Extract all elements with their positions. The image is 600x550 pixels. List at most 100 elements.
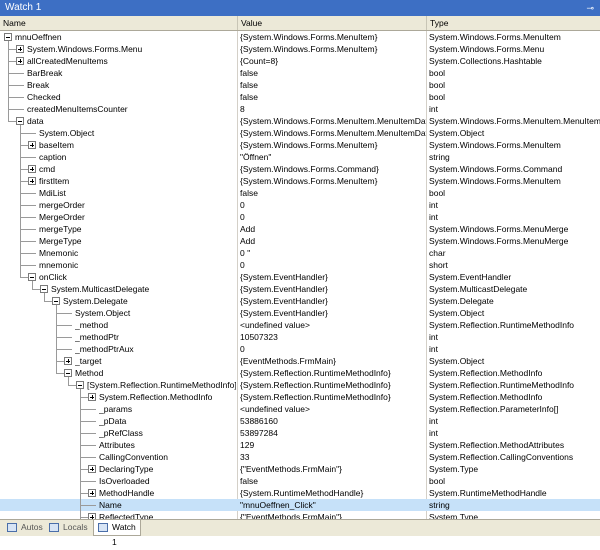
watch-row[interactable]: Break false bool	[0, 79, 600, 91]
watch-row[interactable]: MergeOrder 0 int	[0, 211, 600, 223]
watch-value[interactable]: 0	[240, 211, 426, 223]
watch-value[interactable]: {System.Windows.Forms.MenuItem}	[240, 175, 426, 187]
watch-name[interactable]: _pRefClass	[99, 427, 236, 439]
watch-row[interactable]: _pData 53886160 int	[0, 415, 600, 427]
tab-watch-1[interactable]: Watch 1	[93, 520, 141, 547]
selected-watch-row[interactable]: Name "mnuOeffnen_Click" string	[0, 499, 600, 511]
watch-name[interactable]: IsOverloaded	[99, 475, 236, 487]
watch-name[interactable]: [System.Reflection.RuntimeMethodInfo]	[87, 379, 236, 391]
watch-row[interactable]: System.Delegate {System.EventHandler} Syst…	[0, 295, 600, 307]
watch-value[interactable]: {System.Reflection.RuntimeMethodInfo}	[240, 391, 426, 403]
watch-row[interactable]: System.Windows.Forms.Menu {System.Windows…	[0, 43, 600, 55]
collapse-icon[interactable]	[28, 273, 36, 281]
watch-value[interactable]: {System.Reflection.RuntimeMethodInfo}	[240, 379, 426, 391]
watch-row[interactable]: System.MulticastDelegate {System.EventHan…	[0, 283, 600, 295]
watch-window-titlebar[interactable]: Watch 1 ⊸	[0, 0, 600, 16]
watch-value[interactable]: "mnuOeffnen_Click"	[240, 499, 426, 511]
watch-row[interactable]: MethodHandle {System.RuntimeMethodHandle}…	[0, 487, 600, 499]
column-header-type[interactable]: Type	[427, 16, 600, 30]
watch-name[interactable]: data	[27, 115, 236, 127]
expand-icon[interactable]	[28, 141, 36, 149]
watch-name[interactable]: createdMenuItemsCounter	[27, 103, 236, 115]
watch-name[interactable]: _target	[75, 355, 236, 367]
watch-name[interactable]: ReflectedType	[99, 511, 236, 519]
tab-autos[interactable]: Autos	[3, 520, 43, 536]
watch-name[interactable]: System.MulticastDelegate	[51, 283, 236, 295]
watch-row[interactable]: ReflectedType {"EventMethods.FrmMain"} Sys…	[0, 511, 600, 519]
collapse-icon[interactable]	[4, 33, 12, 41]
watch-name[interactable]: Mnemonic	[39, 247, 236, 259]
watch-value[interactable]: false	[240, 67, 426, 79]
watch-row[interactable]: mnuOeffnen {System.Windows.Forms.MenuItem…	[0, 31, 600, 43]
watch-name[interactable]: caption	[39, 151, 236, 163]
watch-name[interactable]: _method	[75, 319, 236, 331]
watch-row[interactable]: System.Reflection.MethodInfo {System.Refl…	[0, 391, 600, 403]
expand-icon[interactable]	[28, 165, 36, 173]
watch-row[interactable]: BarBreak false bool	[0, 67, 600, 79]
watch-row[interactable]: Checked false bool	[0, 91, 600, 103]
watch-row[interactable]: _pRefClass 53897284 int	[0, 427, 600, 439]
watch-value[interactable]: {Count=8}	[240, 55, 426, 67]
collapse-icon[interactable]	[16, 117, 24, 125]
watch-row[interactable]: System.Object {System.EventHandler} System…	[0, 307, 600, 319]
watch-row[interactable]: Mnemonic 0 '' char	[0, 247, 600, 259]
watch-name[interactable]: System.Object	[75, 307, 236, 319]
watch-value[interactable]: 8	[240, 103, 426, 115]
watch-value[interactable]: {System.Windows.Forms.MenuItem}	[240, 139, 426, 151]
watch-name[interactable]: mergeOrder	[39, 199, 236, 211]
column-header-value[interactable]: Value	[238, 16, 427, 30]
watch-value[interactable]: {System.RuntimeMethodHandle}	[240, 487, 426, 499]
watch-value[interactable]: 0	[240, 199, 426, 211]
watch-value[interactable]: 129	[240, 439, 426, 451]
watch-value[interactable]: {System.Windows.Forms.Command}	[240, 163, 426, 175]
watch-value[interactable]: false	[240, 91, 426, 103]
watch-name[interactable]: firstItem	[39, 175, 236, 187]
watch-value[interactable]: <undefined value>	[240, 403, 426, 415]
watch-row[interactable]: mergeOrder 0 int	[0, 199, 600, 211]
watch-row[interactable]: onClick {System.EventHandler} System.Event…	[0, 271, 600, 283]
watch-name[interactable]: _methodPtrAux	[75, 343, 236, 355]
watch-row[interactable]: System.Object {System.Windows.Forms.MenuI…	[0, 127, 600, 139]
expand-icon[interactable]	[88, 489, 96, 497]
watch-name[interactable]: Name	[99, 499, 236, 511]
watch-name[interactable]: _params	[99, 403, 236, 415]
watch-name[interactable]: System.Object	[39, 127, 236, 139]
watch-value[interactable]: 0 ''	[240, 247, 426, 259]
watch-value[interactable]: Add	[240, 223, 426, 235]
watch-name[interactable]: MdiList	[39, 187, 236, 199]
expand-icon[interactable]	[88, 393, 96, 401]
watch-value[interactable]: {System.Windows.Forms.MenuItem.MenuItemD…	[240, 115, 426, 127]
watch-row[interactable]: data {System.Windows.Forms.MenuItem.MenuI…	[0, 115, 600, 127]
watch-row[interactable]: _methodPtrAux 0 int	[0, 343, 600, 355]
watch-row[interactable]: allCreatedMenuItems {Count=8} System.Colle…	[0, 55, 600, 67]
watch-name[interactable]: System.Reflection.MethodInfo	[99, 391, 236, 403]
watch-row[interactable]: createdMenuItemsCounter 8 int	[0, 103, 600, 115]
watch-row[interactable]: _method <undefined value> System.Reflectio…	[0, 319, 600, 331]
watch-name[interactable]: Break	[27, 79, 236, 91]
watch-value[interactable]: {System.Windows.Forms.MenuItem}	[240, 43, 426, 55]
collapse-icon[interactable]	[76, 381, 84, 389]
watch-value[interactable]: {System.EventHandler}	[240, 307, 426, 319]
watch-name[interactable]: mergeType	[39, 223, 236, 235]
column-header-name[interactable]: Name	[0, 16, 238, 30]
watch-row[interactable]: _methodPtr 10507323 int	[0, 331, 600, 343]
watch-row[interactable]: MdiList false bool	[0, 187, 600, 199]
watch-name[interactable]: baseItem	[39, 139, 236, 151]
watch-row[interactable]: cmd {System.Windows.Forms.Command} System.…	[0, 163, 600, 175]
watch-row[interactable]: _target {EventMethods.FrmMain} System.Obje…	[0, 355, 600, 367]
watch-row[interactable]: Method {System.Reflection.RuntimeMethodIn…	[0, 367, 600, 379]
watch-row[interactable]: baseItem {System.Windows.Forms.MenuItem} S…	[0, 139, 600, 151]
watch-value[interactable]: {"EventMethods.FrmMain"}	[240, 463, 426, 475]
watch-value[interactable]: 53897284	[240, 427, 426, 439]
watch-value[interactable]: {System.EventHandler}	[240, 295, 426, 307]
expand-icon[interactable]	[28, 177, 36, 185]
watch-row[interactable]: caption "Öffnen" string	[0, 151, 600, 163]
watch-name[interactable]: _pData	[99, 415, 236, 427]
watch-value[interactable]: 10507323	[240, 331, 426, 343]
watch-value[interactable]: {System.Windows.Forms.MenuItem.MenuItemD…	[240, 127, 426, 139]
watch-row[interactable]: DeclaringType {"EventMethods.FrmMain"} Sys…	[0, 463, 600, 475]
watch-name[interactable]: mnuOeffnen	[15, 31, 236, 43]
watch-row[interactable]: firstItem {System.Windows.Forms.MenuItem}…	[0, 175, 600, 187]
watch-value[interactable]: Add	[240, 235, 426, 247]
watch-value[interactable]: {System.Windows.Forms.MenuItem}	[240, 31, 426, 43]
